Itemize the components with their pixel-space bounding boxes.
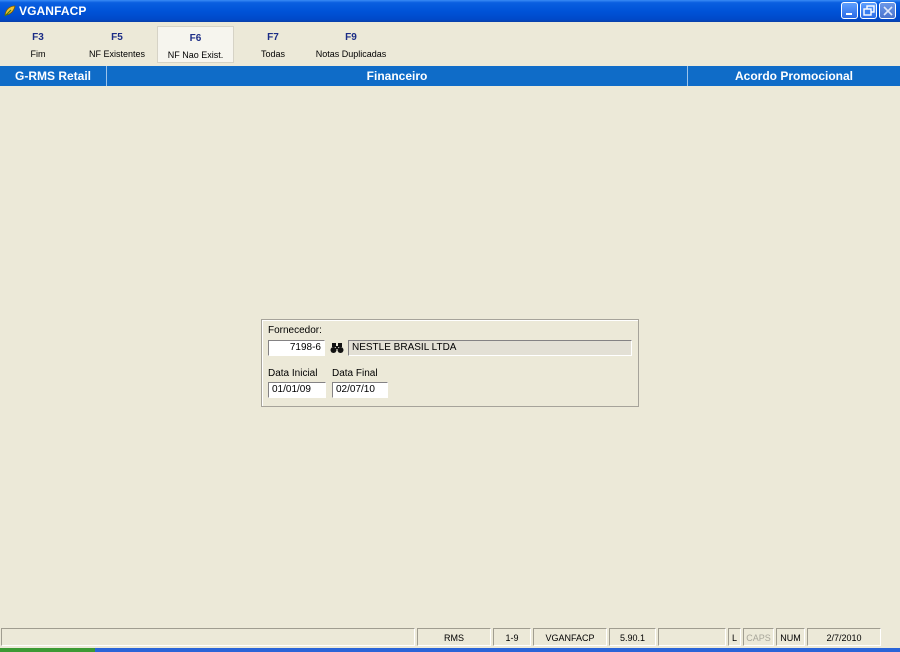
f6-nf-nao-exist-button[interactable]: F6 NF Nao Exist. [157, 26, 234, 63]
f3-fim-button[interactable]: F3 Fim [16, 26, 60, 63]
end-date-label: Data Final [332, 368, 378, 379]
status-system: RMS [417, 628, 491, 646]
status-program: VGANFACP [533, 628, 607, 646]
start-button-edge[interactable] [0, 648, 95, 652]
f9-notas-duplicadas-button[interactable]: F9 Notas Duplicadas [310, 26, 392, 63]
restore-button[interactable] [860, 2, 877, 19]
module-header: G-RMS Retail Financeiro Acordo Promocion… [0, 66, 900, 86]
rms-leaf-icon[interactable] [3, 4, 17, 18]
f5-nf-existentes-button[interactable]: F5 NF Existentes [80, 26, 154, 63]
fkey-label: Todas [260, 49, 286, 59]
f7-todas-button[interactable]: F7 Todas [248, 26, 298, 63]
end-date-field[interactable]: 02/07/10 [332, 382, 388, 398]
binoculars-icon[interactable] [329, 340, 345, 356]
fkey-label: Fim [30, 49, 46, 59]
filter-panel: Fornecedor: 7198-6 NESTLE BRASIL LTDA Da… [261, 319, 639, 407]
start-date-label: Data Inicial [268, 368, 318, 379]
status-date: 2/7/2010 [807, 628, 881, 646]
close-button[interactable] [879, 2, 896, 19]
header-screen-name: Acordo Promocional [734, 69, 853, 83]
status-caps: CAPS [743, 628, 774, 646]
fkey-code: F6 [189, 33, 202, 44]
title-bar: VGANFACP [0, 0, 900, 22]
header-module-name: Financeiro [366, 69, 428, 83]
minimize-icon [846, 13, 852, 15]
header-system-name: G-RMS Retail [14, 69, 91, 83]
fkey-code: F7 [267, 32, 279, 43]
status-version: 5.90.1 [609, 628, 656, 646]
fkey-code: F3 [32, 32, 44, 43]
function-key-toolbar: F3 Fim F5 NF Existentes F6 NF Nao Exist.… [0, 24, 900, 64]
fkey-label: Notas Duplicadas [315, 49, 387, 59]
supplier-name-field: NESTLE BRASIL LTDA [348, 340, 632, 356]
fkey-label: NF Nao Exist. [167, 50, 224, 60]
supplier-code-field[interactable]: 7198-6 [268, 340, 325, 356]
window-title: VGANFACP [19, 4, 87, 18]
close-icon [883, 6, 893, 16]
status-num: NUM [776, 628, 805, 646]
status-empty-pane [658, 628, 726, 646]
status-bar: RMS 1-9 VGANFACP 5.90.1 L CAPS NUM 2/7/2… [0, 627, 900, 649]
minimize-button[interactable] [841, 2, 858, 19]
status-message-pane [1, 628, 415, 646]
taskbar-strip [0, 648, 900, 652]
status-page: 1-9 [493, 628, 531, 646]
supplier-label: Fornecedor: [268, 325, 322, 336]
status-lock: L [728, 628, 741, 646]
fkey-code: F5 [111, 32, 123, 43]
start-date-field[interactable]: 01/01/09 [268, 382, 326, 398]
fkey-code: F9 [345, 32, 357, 43]
restore-icon [863, 5, 875, 16]
fkey-label: NF Existentes [88, 49, 146, 59]
